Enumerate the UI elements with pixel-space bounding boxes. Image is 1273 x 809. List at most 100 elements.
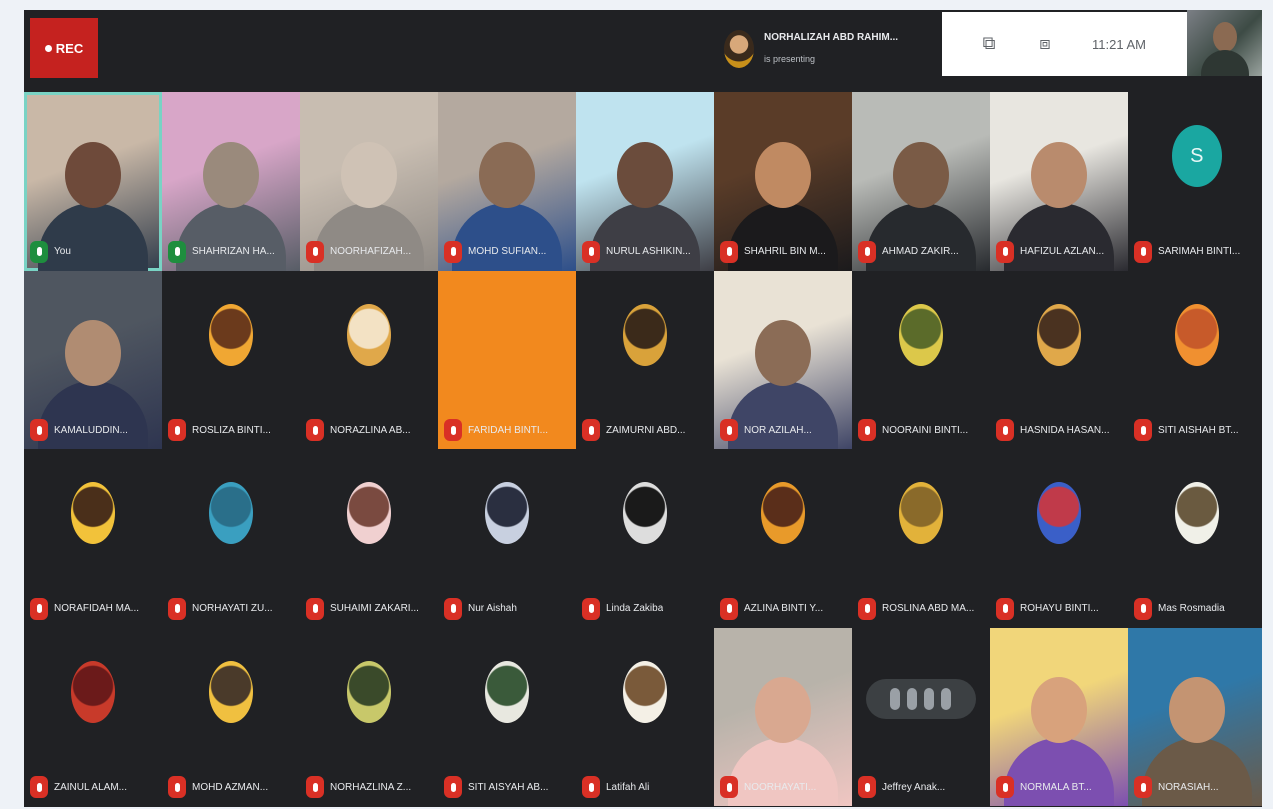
self-view-thumbnail[interactable] [1187,10,1262,76]
participant-nametag: ZAINUL ALAM... [30,776,158,798]
participant-tile[interactable]: SHAHRIL BIN M... [714,92,852,271]
participant-nametag: NOR AZILAH... [720,419,848,441]
participant-tile[interactable]: HAFIZUL AZLAN... [990,92,1128,271]
participant-tile[interactable]: NOORHAYATI... [714,627,852,806]
participant-tile[interactable]: Nur Aishah [438,449,576,628]
mic-off-icon [444,240,462,263]
participant-nametag: Nur Aishah [444,597,572,620]
participant-name: SUHAIMI ZAKARI... [330,603,419,614]
mic-off-icon [996,419,1014,441]
participant-tile[interactable]: NORHAZLINA Z... [300,627,438,806]
mic-off-icon [996,240,1014,263]
recording-dot-icon [44,44,52,52]
participant-name: HAFIZUL AZLAN... [1020,246,1105,257]
participant-tile[interactable]: Mas Rosmadia [1128,449,1262,628]
participant-nametag: MOHD AZMAN... [168,776,296,798]
participant-video-face [1030,141,1087,208]
participant-video-face [892,141,949,208]
participant-tile[interactable]: NORAFIDAH MA... [24,449,162,628]
mic-off-icon [306,597,324,620]
participant-name: NURUL ASHIKIN... [606,246,691,257]
mic-off-icon [996,597,1014,620]
participant-tile[interactable]: Linda Zakiba [576,449,714,628]
participant-nametag: NOORAINI BINTI... [858,419,986,441]
participant-tile[interactable]: NOR AZILAH... [714,270,852,449]
participant-avatar [346,303,391,366]
mic-off-icon [444,776,462,798]
participant-tile[interactable]: HASNIDA HASAN... [990,270,1128,449]
participant-nametag: AHMAD ZAKIR... [858,240,986,263]
mic-on-icon [30,240,48,263]
participant-tile[interactable]: NORASIAH... [1128,627,1262,806]
participant-tile[interactable]: S SARIMAH BINTI... [1128,92,1262,271]
present-screen-icon[interactable]: ⧉ [978,32,1000,54]
participant-name: Jeffrey Anak... [882,781,946,793]
participant-tile[interactable]: NURUL ASHIKIN... [576,92,714,271]
participant-tile[interactable]: NORHAYATI ZU... [162,449,300,628]
mic-off-icon [582,776,600,798]
participant-tile[interactable]: NOORAINI BINTI... [852,270,990,449]
participant-video-face [1168,677,1225,744]
participant-tile[interactable]: MOHD AZMAN... [162,627,300,806]
mic-off-icon [720,776,738,798]
participant-avatar [622,482,667,545]
participant-tile[interactable]: ROSLINA ABD MA... [852,449,990,628]
participant-nametag: NORAFIDAH MA... [30,597,158,620]
participant-name: ZAINUL ALAM... [54,781,127,793]
mic-off-icon [1134,597,1152,620]
participant-tile[interactable]: Jeffrey Anak... [852,627,990,806]
participant-tile[interactable]: AZLINA BINTI Y... [714,449,852,628]
participant-tile[interactable]: SITI AISHAH BT... [1128,270,1262,449]
participant-tile[interactable]: NORAZLINA AB... [300,270,438,449]
participant-tile[interactable]: You [24,92,162,271]
audio-bar [924,687,935,710]
participant-avatar [1036,303,1081,366]
participant-tile[interactable]: Latifah Ali [576,627,714,806]
participant-tile[interactable]: AHMAD ZAKIR... [852,92,990,271]
participant-video-face [202,141,259,208]
participant-tile[interactable]: NOORHAFIZAH... [300,92,438,271]
participant-nametag: SUHAIMI ZAKARI... [306,597,434,620]
participant-name: NORASIAH... [1158,781,1219,793]
participant-name: You [54,246,71,257]
participant-name: Mas Rosmadia [1158,603,1225,614]
participant-tile[interactable]: ROSLIZA BINTI... [162,270,300,449]
participant-nametag: ROSLIZA BINTI... [168,419,296,441]
participant-avatar [622,660,667,723]
participant-tile[interactable]: KAMALUDDIN... [24,270,162,449]
participant-name: NORMALA BT... [1020,781,1092,793]
mic-off-icon [996,776,1014,798]
presenter-indicator[interactable]: NORHALIZAH ABD RAHIM... is presenting [724,22,934,78]
participant-name: SITI AISYAH AB... [468,781,549,793]
participant-nametag: SITI AISHAH BT... [1134,419,1262,441]
top-bar: REC NORHALIZAH ABD RAHIM... is presentin… [24,10,1262,92]
participant-tile[interactable]: NORMALA BT... [990,627,1128,806]
participant-name: NOORHAYATI... [744,781,817,793]
participant-letter-avatar: S [1171,125,1222,188]
participant-tile[interactable]: ZAINUL ALAM... [24,627,162,806]
participant-tile[interactable]: MOHD SUFIAN... [438,92,576,271]
participant-tile[interactable]: SHAHRIZAN HA... [162,92,300,271]
participant-name: NORHAYATI ZU... [192,603,273,614]
mic-off-icon [858,597,876,620]
participant-tile[interactable]: SITI AISYAH AB... [438,627,576,806]
people-icon[interactable]: ⧈ [1034,32,1056,54]
mic-off-icon [30,776,48,798]
participant-video-face [64,141,121,208]
participant-video-face [754,677,811,744]
participant-tile[interactable]: ROHAYU BINTI... [990,449,1128,628]
participant-nametag: NOORHAYATI... [720,776,848,798]
mic-off-icon [720,597,738,620]
participant-name: SARIMAH BINTI... [1158,246,1241,257]
participant-tile[interactable]: FARIDAH BINTI... [438,270,576,449]
participant-tile[interactable]: SUHAIMI ZAKARI... [300,449,438,628]
mic-off-icon [1134,240,1152,263]
participant-name: ROSLIZA BINTI... [192,424,271,436]
participant-name: ZAIMURNI ABD... [606,424,686,436]
participant-name: ROSLINA ABD MA... [882,603,975,614]
audio-only-indicator [865,678,976,719]
audio-bar [941,687,952,710]
participant-avatar [1036,482,1081,545]
mic-off-icon [582,419,600,441]
participant-tile[interactable]: ZAIMURNI ABD... [576,270,714,449]
